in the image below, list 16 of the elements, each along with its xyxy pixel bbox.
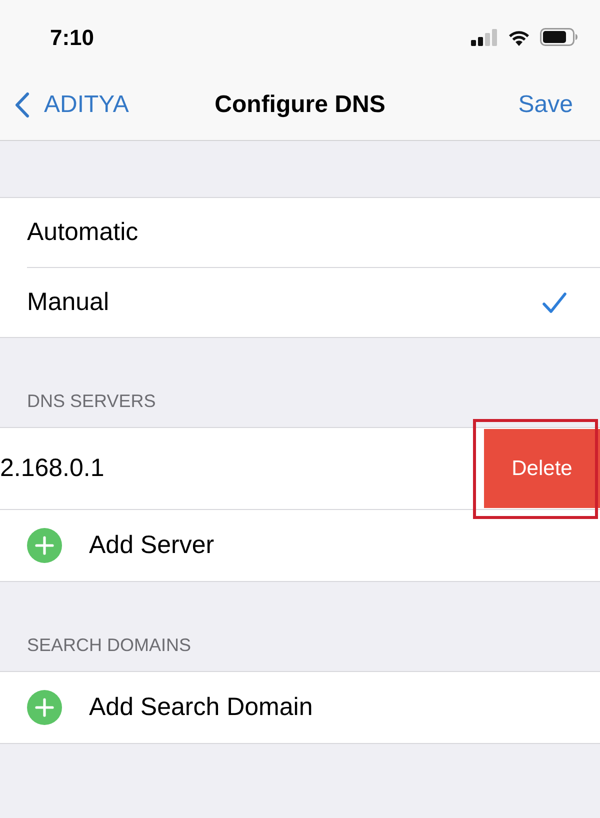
add-row-label[interactable]: Add Server bbox=[89, 526, 214, 564]
section-header: SEARCH DOMAINS bbox=[27, 634, 192, 657]
wifi-icon bbox=[508, 28, 530, 46]
add-row-label[interactable]: Add Search Domain bbox=[89, 688, 313, 726]
save-button[interactable]: Save bbox=[518, 87, 586, 123]
server-address: 2.168.0.1 bbox=[0, 452, 104, 484]
section-header: DNS SERVERS bbox=[27, 390, 156, 413]
add-icon[interactable] bbox=[27, 528, 62, 563]
back-chevron-icon[interactable] bbox=[14, 92, 30, 118]
battery-icon bbox=[540, 28, 578, 46]
screen-title: Configure DNS bbox=[214, 90, 386, 120]
signal-icon bbox=[471, 28, 498, 46]
back-button[interactable]: ADITYA bbox=[14, 87, 129, 123]
add-icon[interactable] bbox=[27, 690, 62, 725]
delete-button[interactable]: Delete bbox=[484, 429, 600, 508]
status-time: 7:10 bbox=[50, 24, 94, 52]
